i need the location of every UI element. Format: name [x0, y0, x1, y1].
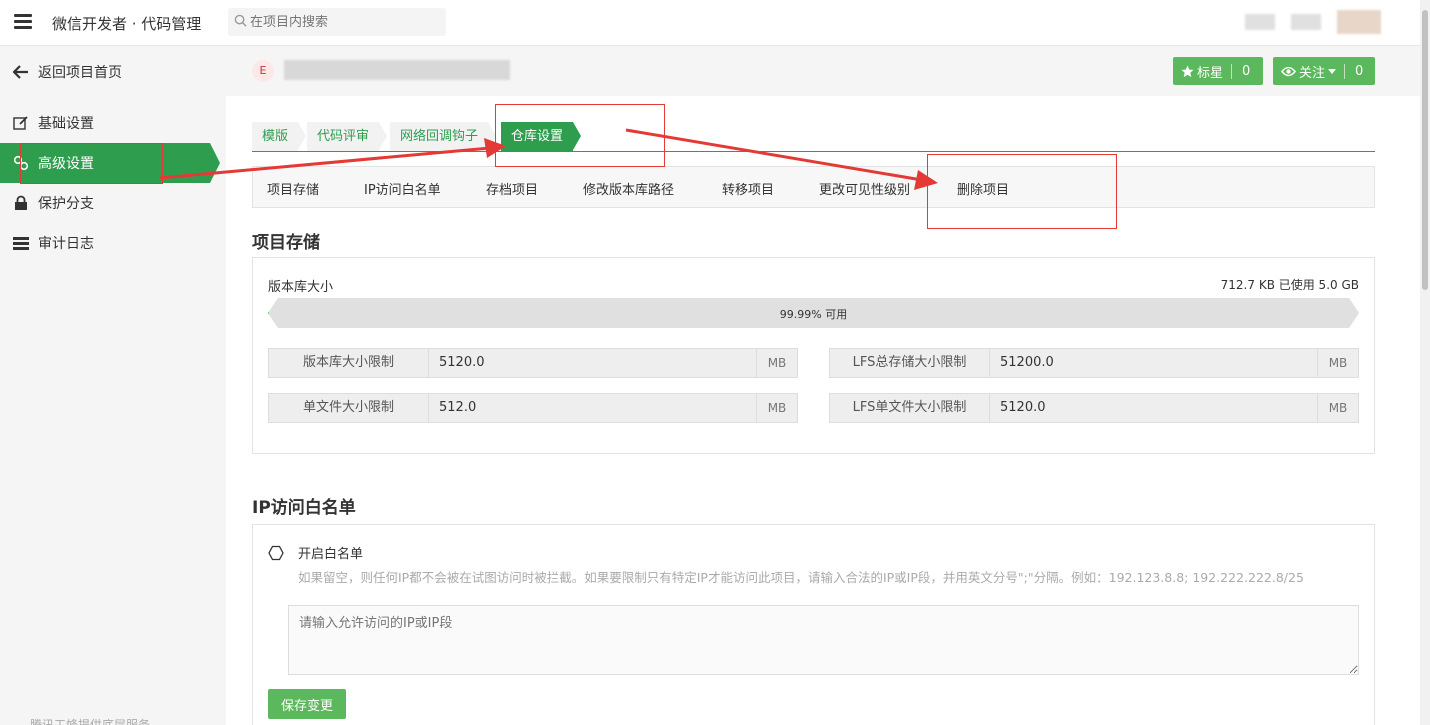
sidebar: 返回项目首页 基础设置 高级设置 保护分支 审计日志 腾讯工蜂提供底层服务 [0, 46, 226, 725]
scrollbar-thumb[interactable] [1422, 10, 1428, 290]
sidebar-item-audit-log[interactable]: 审计日志 [0, 223, 210, 263]
field-unit: MB [757, 394, 797, 422]
subnav-change-visibility[interactable]: 更改可见性级别 [819, 179, 910, 198]
subnav-project-storage[interactable]: 项目存储 [267, 179, 319, 198]
lfs-total-limit-field: LFS总存储大小限制 51200.0 MB [829, 348, 1359, 378]
subnav-delete-project[interactable]: 删除项目 [957, 179, 1009, 198]
avatar[interactable] [1337, 10, 1381, 34]
repo-size-limit-field: 版本库大小限制 5120.0 MB [268, 348, 798, 378]
field-unit: MB [1318, 349, 1358, 377]
sidebar-item-label: 返回项目首页 [38, 65, 122, 81]
ip-whitelist-textarea[interactable] [288, 605, 1359, 675]
single-file-limit-field: 单文件大小限制 512.0 MB [268, 393, 798, 423]
subnav-transfer-project[interactable]: 转移项目 [722, 179, 774, 198]
sidebar-item-back-home[interactable]: 返回项目首页 [0, 52, 210, 92]
watch-count: 0 [1344, 63, 1373, 79]
field-label: LFS单文件大小限制 [830, 394, 990, 422]
project-avatar: E [252, 60, 274, 82]
menu-icon[interactable] [14, 14, 32, 30]
storage-section-title: 项目存储 [252, 233, 320, 253]
eye-icon [1281, 66, 1296, 76]
settings-tabs: 模版 代码评审 网络回调钩子 仓库设置 [252, 122, 1375, 152]
search-icon [234, 14, 247, 27]
tab-webhooks[interactable]: 网络回调钩子 [390, 122, 497, 151]
tab-repository-settings[interactable]: 仓库设置 [501, 122, 582, 151]
settings-panel: 模版 代码评审 网络回调钩子 仓库设置 项目存储 IP访问白名单 存档项目 修改… [226, 96, 1420, 725]
subnav-archive-project[interactable]: 存档项目 [486, 179, 538, 198]
whitelist-toggle-label: 开启白名单 [298, 547, 364, 562]
sidebar-item-protected-branches[interactable]: 保护分支 [0, 183, 210, 223]
storage-progress-bar: 99.99% 可用 [268, 298, 1359, 328]
scrollbar[interactable] [1420, 0, 1430, 725]
tab-code-review[interactable]: 代码评审 [307, 122, 388, 151]
save-changes-button[interactable]: 保存变更 [268, 689, 346, 719]
project-header: E 标星 0 关注 0 [226, 46, 1420, 96]
search-box[interactable] [228, 8, 446, 36]
user-menu-item[interactable] [1291, 14, 1321, 30]
lfs-single-file-limit-field: LFS单文件大小限制 5120.0 MB [829, 393, 1359, 423]
edit-icon [12, 114, 30, 132]
storage-box: 版本库大小 712.7 KB 已使用 5.0 GB 99.99% 可用 版本库大… [252, 257, 1375, 454]
arrow-left-icon [12, 63, 30, 81]
ip-whitelist-section-title: IP访问白名单 [252, 498, 356, 518]
star-label: 标星 [1197, 65, 1224, 81]
sidebar-item-label: 高级设置 [38, 156, 94, 172]
repo-size-label: 版本库大小 [268, 280, 334, 295]
subnav-change-repo-path[interactable]: 修改版本库路径 [583, 179, 674, 198]
watch-button[interactable]: 关注 0 [1273, 57, 1375, 85]
field-unit: MB [1318, 394, 1358, 422]
repository-settings-subnav: 项目存储 IP访问白名单 存档项目 修改版本库路径 转移项目 更改可见性级别 删… [252, 166, 1375, 208]
user-menu-item[interactable] [1245, 14, 1275, 30]
field-value: 5120.0 [990, 394, 1318, 422]
tab-templates[interactable]: 模版 [252, 122, 307, 151]
storage-progress-text: 99.99% 可用 [779, 308, 848, 321]
sidebar-item-label: 保护分支 [38, 196, 94, 212]
hexagon-radio-icon[interactable] [268, 545, 284, 561]
field-label: 单文件大小限制 [269, 394, 429, 422]
sidebar-item-advanced-settings[interactable]: 高级设置 [0, 143, 220, 183]
project-name-blurred [284, 60, 510, 80]
field-value: 51200.0 [990, 349, 1318, 377]
sidebar-item-label: 审计日志 [38, 236, 94, 252]
lock-icon [12, 194, 30, 212]
field-value: 512.0 [429, 394, 757, 422]
subnav-ip-whitelist[interactable]: IP访问白名单 [364, 179, 441, 198]
star-button[interactable]: 标星 0 [1173, 57, 1263, 85]
list-icon [12, 234, 30, 252]
top-bar: 微信开发者 · 代码管理 [0, 0, 1420, 46]
search-input[interactable] [250, 12, 440, 32]
star-count: 0 [1231, 63, 1260, 79]
ip-whitelist-box: 开启白名单 如果留空，则任何IP都不会被在试图访问时被拦截。如果要限制只有特定I… [252, 524, 1375, 725]
field-unit: MB [757, 349, 797, 377]
whitelist-hint: 如果留空，则任何IP都不会被在试图访问时被拦截。如果要限制只有特定IP才能访问此… [298, 570, 1304, 585]
app-title: 微信开发者 · 代码管理 [52, 15, 202, 33]
caret-down-icon [1328, 68, 1337, 74]
star-icon [1181, 64, 1194, 77]
sidebar-item-basic-settings[interactable]: 基础设置 [0, 103, 210, 143]
watch-label: 关注 [1299, 65, 1326, 81]
field-label: LFS总存储大小限制 [830, 349, 990, 377]
sidebar-item-label: 基础设置 [38, 116, 94, 132]
repo-usage-text: 712.7 KB 已使用 5.0 GB [1220, 278, 1359, 292]
service-footer: 腾讯工蜂提供底层服务 [30, 718, 151, 725]
whitelist-toggle[interactable]: 开启白名单 [268, 543, 363, 562]
field-value: 5120.0 [429, 349, 757, 377]
field-label: 版本库大小限制 [269, 349, 429, 377]
link-icon [12, 154, 30, 172]
